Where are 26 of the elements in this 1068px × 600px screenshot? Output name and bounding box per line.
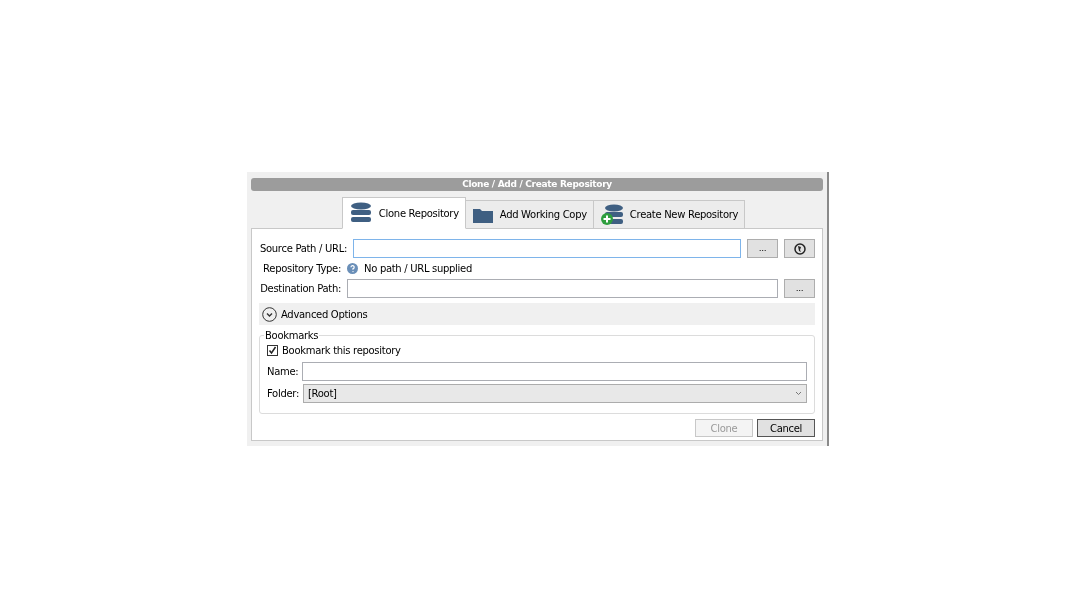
name-field[interactable]	[302, 362, 807, 381]
browse-button[interactable]: ...	[747, 239, 778, 258]
window-title: Clone / Add / Create Repository	[251, 178, 823, 191]
checkmark-icon	[268, 346, 277, 355]
dialog-button[interactable]: Cancel	[757, 419, 815, 437]
help-icon	[347, 263, 358, 274]
add-database-icon	[599, 203, 624, 226]
field-label: Name:	[267, 365, 299, 379]
repository-type-value: No path / URL supplied	[364, 262, 472, 276]
field-label: Folder:	[267, 387, 299, 401]
destination-path-field[interactable]	[347, 279, 778, 298]
globe-button[interactable]	[784, 239, 815, 258]
browse-button[interactable]: ...	[784, 279, 815, 298]
tab[interactable]: Add Working Copy	[464, 200, 594, 229]
tab[interactable]: Clone Repository	[341, 197, 466, 229]
database-icon	[348, 202, 373, 224]
group-title: Bookmarks	[264, 329, 320, 343]
folder-dropdown[interactable]: [Root]	[303, 384, 807, 403]
field-label: Repository Type:	[262, 262, 341, 276]
field-label: Source Path / URL:	[259, 242, 347, 256]
checkbox-label: Bookmark this repository	[282, 344, 401, 358]
tab[interactable]: Create New Repository	[592, 200, 746, 229]
field-label: Destination Path:	[259, 282, 341, 296]
checkbox[interactable]	[267, 345, 278, 356]
advanced-options-expander[interactable]: Advanced Options	[259, 303, 815, 325]
source-url-field[interactable]	[353, 239, 741, 258]
